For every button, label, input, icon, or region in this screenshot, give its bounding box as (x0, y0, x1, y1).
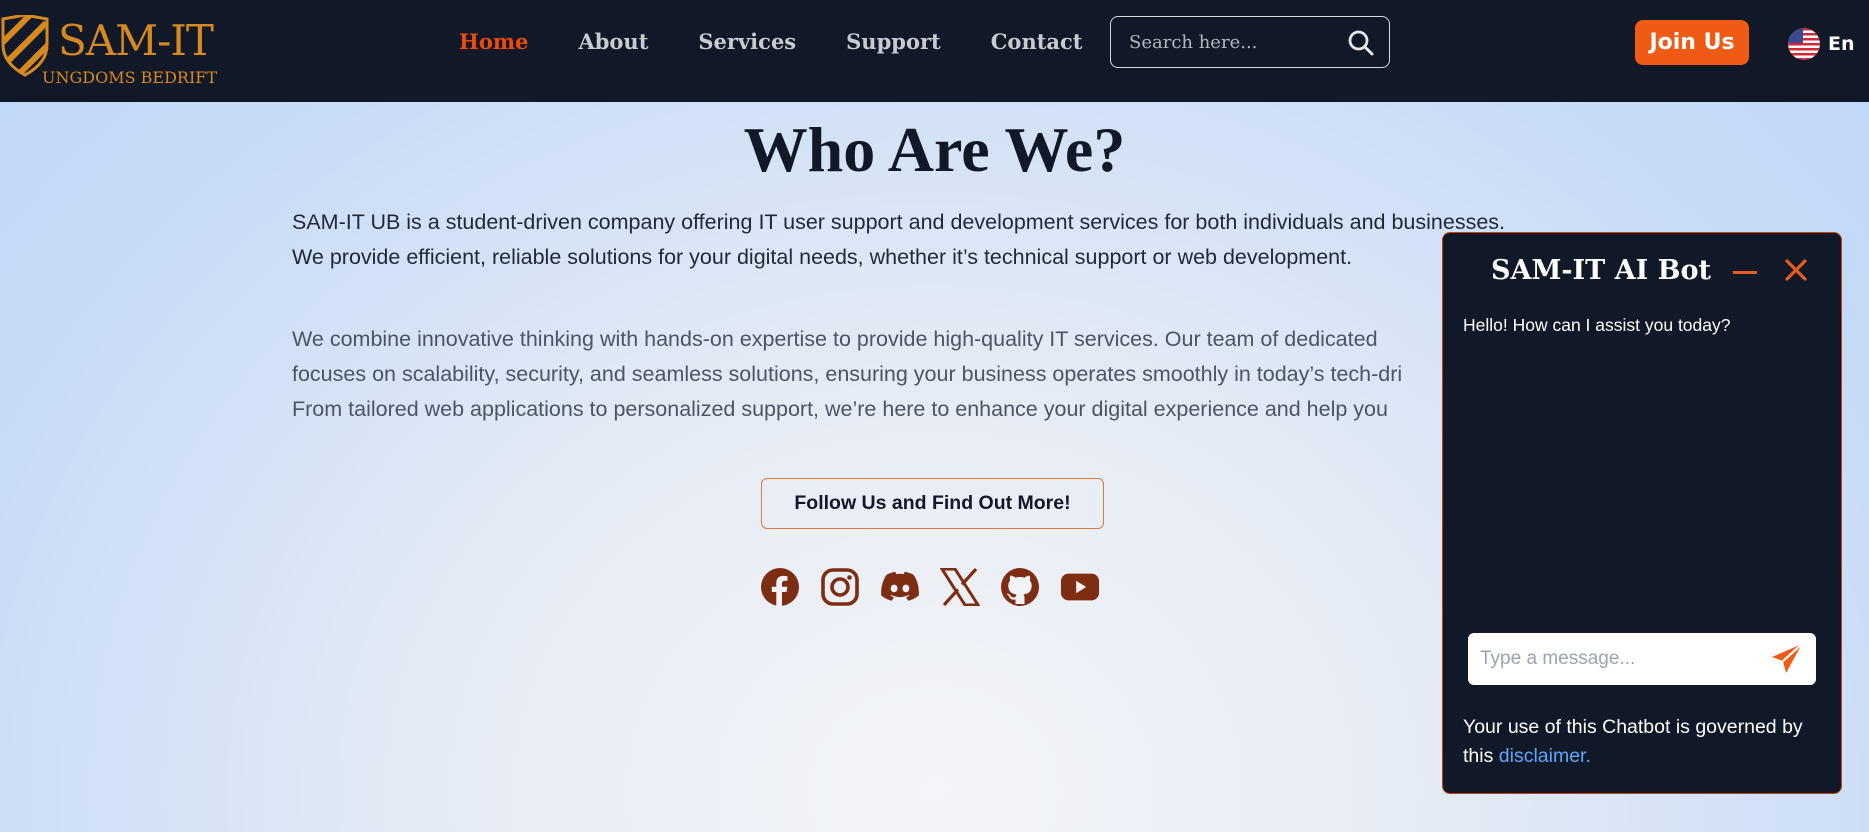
brand-subtitle: UNGDOMS BEDRIFT (42, 68, 218, 87)
close-icon[interactable] (1783, 257, 1809, 283)
chat-greeting: Hello! How can I assist you today? (1463, 315, 1731, 335)
github-icon[interactable] (1000, 566, 1040, 608)
navbar: SAM-IT UNGDOMS BEDRIFT Home About Servic… (0, 0, 1869, 102)
chatbot-disclaimer: Your use of this Chatbot is governed by … (1463, 713, 1825, 771)
x-icon[interactable] (940, 566, 980, 608)
social-links (760, 566, 1100, 608)
chatbot-title: SAM-IT AI Bot (1491, 255, 1711, 286)
detail-line: From tailored web applications to person… (292, 397, 1388, 421)
instagram-icon[interactable] (820, 566, 860, 608)
nav-link-about[interactable]: About (578, 28, 648, 56)
intro-text: SAM-IT UB is a student-driven company of… (292, 205, 1622, 275)
follow-us-button[interactable]: Follow Us and Find Out More! (761, 478, 1104, 529)
nav-links: Home About Services Support Contact (459, 28, 1133, 56)
detail-line: We combine innovative thinking with hand… (292, 327, 1378, 351)
brand-name: SAM-IT (58, 16, 214, 65)
chatbot-panel: SAM-IT AI Bot Hello! How can I assist yo… (1442, 232, 1842, 794)
intro-line: SAM-IT UB is a student-driven company of… (292, 210, 1505, 234)
chat-input-box (1468, 633, 1816, 685)
language-selector[interactable]: En (1788, 28, 1855, 60)
youtube-icon[interactable] (1060, 566, 1100, 608)
search-input[interactable] (1129, 31, 1339, 53)
detail-line: focuses on scalability, security, and se… (292, 362, 1403, 386)
nav-link-services[interactable]: Services (698, 28, 796, 56)
logo[interactable]: SAM-IT UNGDOMS BEDRIFT (0, 12, 220, 90)
join-us-button[interactable]: Join Us (1635, 20, 1749, 65)
nav-link-support[interactable]: Support (846, 28, 941, 56)
search-icon[interactable] (1347, 29, 1375, 57)
page-title: Who Are We? (743, 114, 1126, 185)
nav-link-contact[interactable]: Contact (991, 28, 1083, 56)
detail-text: We combine innovative thinking with hand… (292, 322, 1622, 427)
search-box (1110, 16, 1390, 68)
us-flag-icon (1788, 28, 1820, 60)
discord-icon[interactable] (880, 566, 920, 608)
facebook-icon[interactable] (760, 566, 800, 608)
intro-line: We provide efficient, reliable solutions… (292, 245, 1353, 269)
language-label: En (1828, 33, 1855, 55)
minimize-icon[interactable] (1733, 271, 1757, 274)
nav-link-home[interactable]: Home (459, 28, 528, 56)
send-icon[interactable] (1770, 642, 1804, 676)
chat-message-input[interactable] (1480, 648, 1760, 670)
disclaimer-link[interactable]: disclaimer. (1499, 745, 1591, 767)
